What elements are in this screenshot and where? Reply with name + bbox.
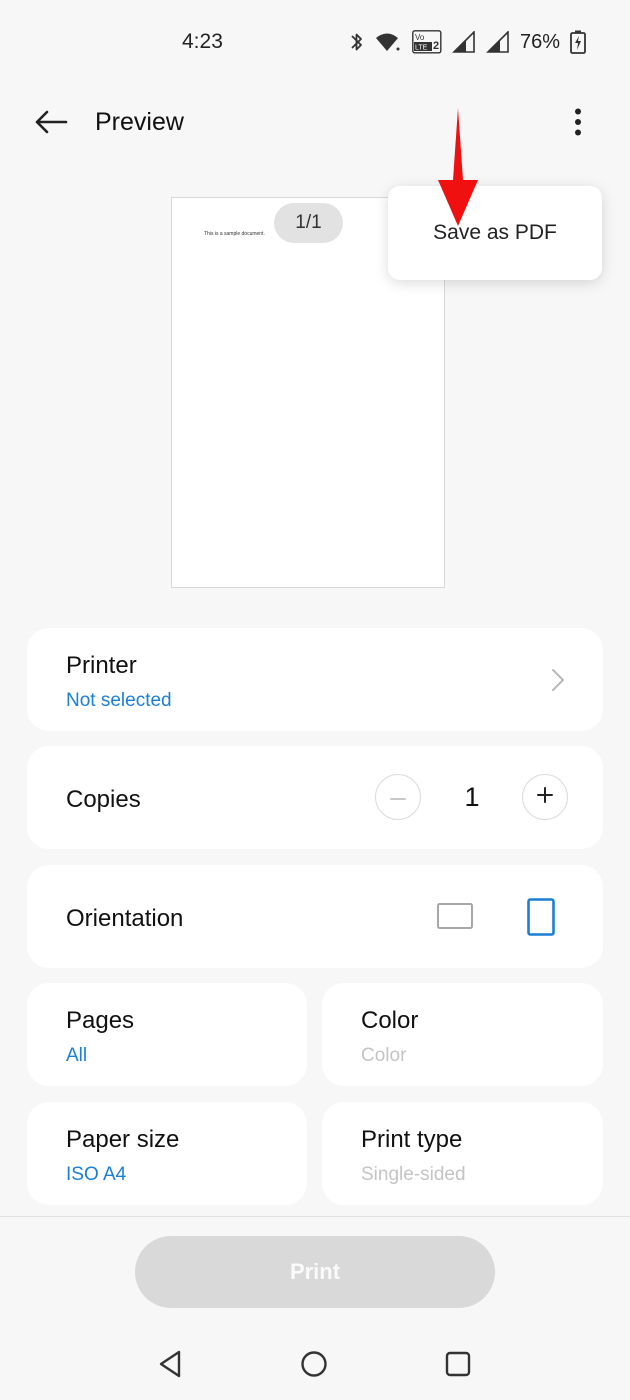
landscape-orientation-button[interactable] [437,903,473,929]
bluetooth-icon [350,30,364,54]
page-counter: 1/1 [274,203,343,243]
svg-text:LTE: LTE [415,45,428,52]
nav-back-button[interactable] [150,1346,190,1386]
battery-charging-icon [570,30,586,54]
print-type-setting[interactable]: Print type Single-sided [322,1102,603,1205]
color-setting[interactable]: Color Color [322,983,603,1086]
color-title: Color [361,1007,419,1034]
paper-size-title: Paper size [66,1126,180,1153]
orientation-title: Orientation [66,905,184,932]
nav-recents-square-icon [445,1351,471,1382]
menu-item-save-as-pdf[interactable]: Save as PDF [388,186,602,280]
nav-back-triangle-icon [157,1350,183,1383]
nav-recents-button[interactable] [438,1346,478,1386]
portrait-icon [527,898,555,940]
decrease-copies-button[interactable] [375,774,421,820]
svg-text:2: 2 [433,40,439,52]
landscape-icon [437,903,473,933]
app-bar: Preview [0,84,630,168]
signal-icon [452,31,476,53]
nav-home-circle-icon [300,1350,328,1383]
print-type-value: Single-sided [361,1164,466,1185]
print-type-title: Print type [361,1126,463,1153]
orientation-setting: Orientation [27,865,603,968]
back-button[interactable] [26,102,76,146]
system-navigation-bar [0,1330,630,1400]
overflow-menu: Save as PDF [388,186,602,280]
page-title: Preview [95,108,184,136]
svg-text:Vo: Vo [415,33,425,42]
more-options-button[interactable] [560,102,596,146]
nav-home-button[interactable] [294,1346,334,1386]
minus-icon [390,788,406,806]
pages-title: Pages [66,1007,135,1034]
copies-setting: Copies 1 [27,746,603,849]
signal-roaming-icon [486,31,510,53]
status-bar: 4:23 Vo LTE 2 76% [0,0,630,84]
portrait-orientation-button[interactable] [527,898,555,936]
annotation-arrow-icon [434,108,482,228]
battery-percentage: 76% [519,30,560,53]
copies-title: Copies [66,786,141,813]
volte-icon: Vo LTE 2 [412,30,442,54]
pages-setting[interactable]: Pages All [27,983,307,1086]
color-value: Color [361,1045,407,1066]
chevron-right-icon [551,668,565,692]
print-button[interactable]: Print [135,1236,495,1308]
preview-document-text: This is a sample document. [204,231,265,237]
copies-value: 1 [464,782,480,812]
wifi-icon [374,31,402,53]
more-vertical-icon [574,108,582,141]
increase-copies-button[interactable] [522,774,568,820]
printer-value: Not selected [66,690,172,711]
status-time: 4:23 [182,30,223,53]
status-icons: Vo LTE 2 76% [350,28,586,56]
arrow-back-icon [34,110,68,139]
plus-icon [537,786,553,808]
paper-size-setting[interactable]: Paper size ISO A4 [27,1102,307,1205]
paper-size-value: ISO A4 [66,1164,127,1185]
bottom-divider [0,1216,630,1217]
printer-title: Printer [66,652,137,679]
printer-setting[interactable]: Printer Not selected [27,628,603,731]
pages-value: All [66,1045,88,1066]
